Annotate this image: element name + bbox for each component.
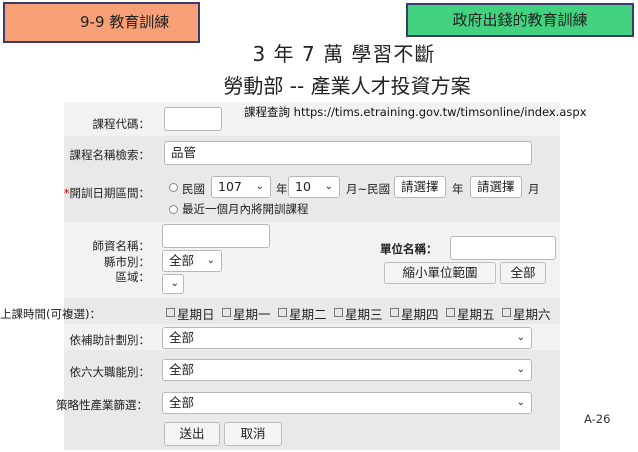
all-units-button[interactable]: 全部 (500, 262, 546, 284)
unit-input[interactable] (450, 236, 556, 260)
radio-roc-label: 民國 (182, 182, 205, 196)
course-search-form: 課程代碼： 課程名稱檢索： 品管 *開訓日期區間： 民國 107 ⌄ 年 10 ⌄ … (0, 102, 560, 450)
course-name-input[interactable]: 品管 (164, 141, 532, 165)
unit-label: 單位名稱： (380, 242, 438, 256)
topic-tag: 政府出錢的教育訓練 (406, 3, 634, 37)
radio-button-icon[interactable] (169, 205, 178, 214)
submit-button[interactable]: 送出 (164, 422, 220, 446)
checkbox-icon[interactable] (278, 308, 287, 317)
city-value: 全部 (169, 253, 195, 268)
chevron-down-icon: ⌄ (516, 397, 525, 408)
year-start-select[interactable]: 107 ⌄ (211, 176, 271, 198)
course-name-label: 課程名稱檢索： (69, 148, 151, 162)
weekday-wed: 星期三 (345, 307, 383, 322)
instructor-label: 師資名稱： (92, 239, 151, 253)
subsidy-label: 依補助計劃別： (69, 333, 151, 347)
weekday-fri: 星期五 (457, 307, 495, 322)
chevron-down-icon: ⌄ (506, 181, 515, 192)
class-time-label: 上課時間(可複選)： (0, 307, 101, 321)
course-code-label: 課程代碼： (92, 117, 151, 131)
radio-recent-label: 最近一個月內將開訓課程 (182, 202, 309, 216)
city-select[interactable]: 全部 ⌄ (162, 250, 222, 272)
weekday-mon: 星期一 (233, 307, 271, 322)
month-to-roc: 月~民國 (346, 182, 391, 196)
checkbox-icon[interactable] (222, 308, 231, 317)
month-end-select[interactable]: 請選擇 ⌄ (470, 176, 522, 198)
strategic-value: 全部 (169, 395, 195, 410)
date-range-label: *開訓日期區間： (64, 185, 150, 201)
cancel-button[interactable]: 取消 (224, 422, 282, 446)
chevron-down-icon: ⌄ (170, 278, 179, 289)
chevron-down-icon: ⌄ (430, 181, 439, 192)
course-code-input[interactable] (164, 107, 222, 131)
page-number: A-26 (584, 412, 611, 426)
section-tag: 9-9 教育訓練 (3, 2, 200, 43)
checkbox-icon[interactable] (446, 308, 455, 317)
six-industries-select[interactable]: 全部 ⌄ (162, 359, 532, 381)
strategic-select[interactable]: 全部 ⌄ (162, 392, 532, 414)
district-select[interactable]: ⌄ (162, 274, 184, 294)
date-range-text: 開訓日期區間： (69, 186, 151, 200)
chevron-down-icon: ⌄ (255, 181, 264, 192)
strategic-label: 策略性產業篩選： (56, 398, 148, 412)
chevron-down-icon: ⌄ (516, 332, 525, 343)
radio-button-icon[interactable] (169, 183, 178, 192)
subsidy-value: 全部 (169, 330, 195, 345)
slide-subtitle: 勞動部 -- 產業人才投資方案 (223, 74, 471, 98)
month-start-value: 10 (295, 179, 311, 194)
weekday-sat: 星期六 (513, 307, 551, 322)
checkbox-icon[interactable] (166, 308, 175, 317)
year-end-select[interactable]: 請選擇 ⌄ (394, 176, 446, 198)
checkbox-icon[interactable] (390, 308, 399, 317)
year-start-value: 107 (218, 179, 242, 194)
weekday-thu: 星期四 (401, 307, 439, 322)
month-unit: 月 (528, 182, 540, 196)
year-unit: 年 (276, 182, 288, 196)
chevron-down-icon: ⌄ (324, 181, 333, 192)
instructor-input[interactable] (162, 224, 270, 248)
month-start-select[interactable]: 10 ⌄ (288, 176, 340, 198)
district-label: 區域： (115, 270, 151, 284)
six-industries-label: 依六大職能別： (69, 365, 151, 379)
chevron-down-icon: ⌄ (516, 364, 525, 375)
checkbox-icon[interactable] (502, 308, 511, 317)
year-unit-2: 年 (452, 182, 464, 196)
city-label: 縣市別： (104, 255, 150, 269)
course-query-url: 課程查詢 https://tims.etraining.gov.tw/timso… (244, 105, 587, 119)
subsidy-select[interactable]: 全部 ⌄ (162, 327, 532, 349)
weekday-tue: 星期二 (289, 307, 327, 322)
checkbox-icon[interactable] (334, 308, 343, 317)
chevron-down-icon: ⌄ (206, 255, 215, 266)
six-industries-value: 全部 (169, 362, 195, 377)
slide-title: 3 年 7 萬 學習不斷 (252, 42, 436, 66)
narrow-unit-button[interactable]: 縮小單位範圍 (384, 262, 496, 284)
weekday-sun: 星期日 (177, 307, 215, 322)
